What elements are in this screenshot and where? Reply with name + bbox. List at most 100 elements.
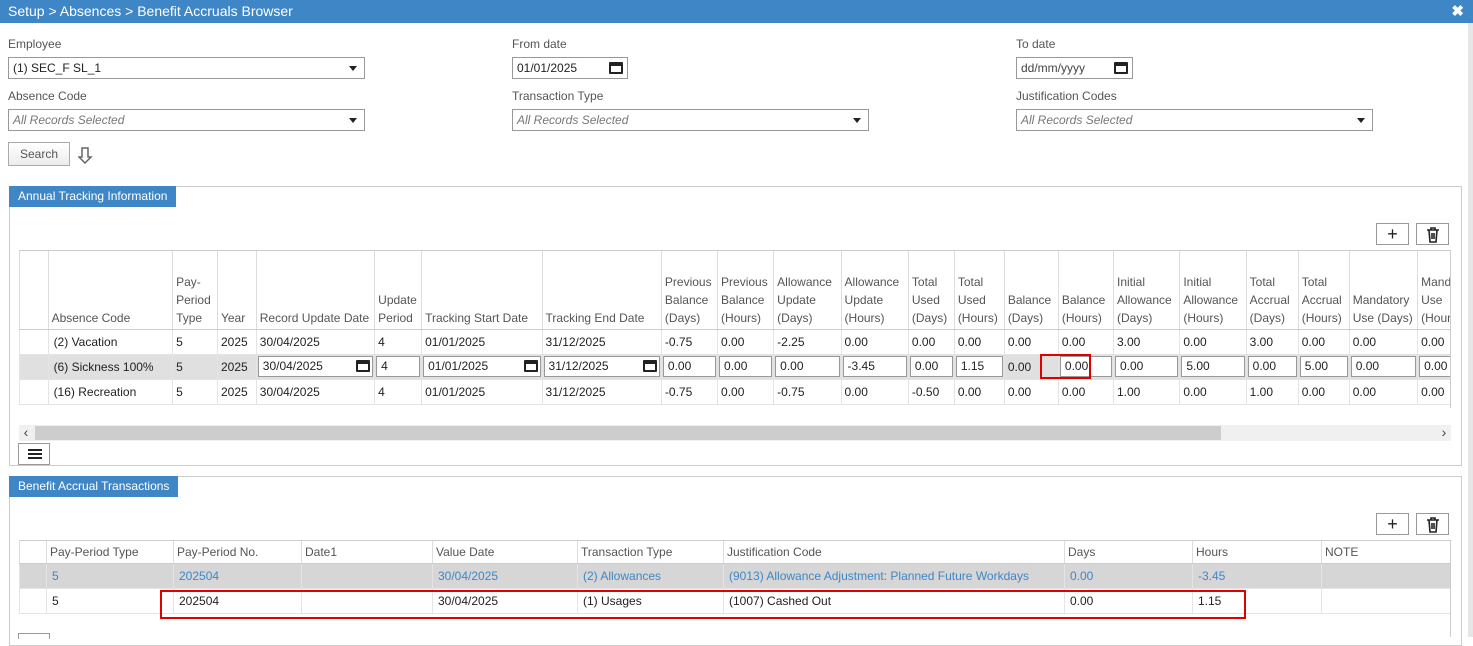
col-header[interactable]: Balance (Hours) — [1057, 251, 1114, 330]
col-header[interactable]: Value Date — [432, 541, 578, 564]
table-cell[interactable]: 5 — [172, 354, 218, 380]
delete-button[interactable] — [1416, 513, 1449, 535]
transaction-type-select[interactable]: All Records Selected — [512, 109, 869, 131]
table-cell[interactable]: 4 — [374, 379, 422, 405]
cell-input[interactable]: 0.00 — [1247, 356, 1297, 377]
table-cell[interactable] — [301, 588, 433, 614]
from-date-field[interactable]: 01/01/2025 — [512, 57, 628, 79]
table-cell[interactable]: 5 — [46, 588, 174, 614]
col-header[interactable]: Previous Balance (Days) — [660, 251, 718, 330]
table-row[interactable]: 5 202504 30/04/2025 (1) Usages (1007) Cashed… — [19, 588, 1450, 614]
cell-input[interactable]: 4 — [376, 356, 421, 377]
table-cell[interactable] — [1321, 563, 1450, 589]
table-cell[interactable]: 0.00 — [1057, 379, 1114, 405]
table-cell[interactable]: 0.00 — [840, 329, 909, 355]
justification-codes-select[interactable]: All Records Selected — [1016, 109, 1373, 131]
cell-input[interactable]: 01/01/2025 — [423, 356, 541, 377]
expand-arrow-icon[interactable] — [77, 146, 94, 165]
table-cell[interactable]: 0.00 — [1179, 379, 1247, 405]
add-button[interactable]: + — [1376, 513, 1409, 535]
col-header[interactable]: Balance (Days) — [1003, 251, 1059, 330]
calendar-icon[interactable] — [1114, 62, 1128, 74]
col-header[interactable]: Pay-Period No. — [173, 541, 302, 564]
cell-input[interactable]: 0.00 — [662, 356, 717, 377]
to-date-field[interactable]: dd/mm/yyyy — [1016, 57, 1133, 79]
cell-input[interactable]: 0.00 — [1059, 356, 1112, 377]
col-header[interactable]: Tracking End Date — [541, 251, 662, 330]
table-cell[interactable]: 5 — [172, 329, 218, 355]
table-cell[interactable]: 202504 — [173, 563, 302, 589]
col-header[interactable]: Previous Balance (Hours) — [717, 251, 774, 330]
col-header[interactable]: Allowance Update (Hours) — [840, 251, 909, 330]
table-cell[interactable]: -0.75 — [660, 379, 718, 405]
col-header[interactable]: Tracking Start Date — [421, 251, 543, 330]
col-header[interactable]: Update Period — [374, 251, 422, 330]
table-cell[interactable]: (16) Recreation — [47, 379, 173, 405]
table-cell[interactable]: (1007) Cashed Out — [723, 588, 1065, 614]
table-cell[interactable]: 0.00 — [1297, 329, 1350, 355]
scroll-left-icon[interactable]: ‹ — [19, 425, 33, 441]
table-row[interactable]: 5 202504 30/04/2025 (2) Allowances (9013) Al… — [19, 563, 1450, 589]
table-cell[interactable]: 0.00 — [1297, 379, 1350, 405]
table-cell[interactable] — [1321, 588, 1450, 614]
table-cell[interactable]: 30/04/2025 — [432, 563, 578, 589]
col-header[interactable]: Days — [1064, 541, 1193, 564]
table-row[interactable]: (16) Recreation 5 2025 30/04/2025 4 01/01/202… — [19, 379, 1450, 405]
employee-select[interactable]: (1) SEC_F SL_1 — [8, 57, 365, 79]
table-cell[interactable]: 0.00 — [1064, 588, 1193, 614]
table-cell[interactable]: 0.00 — [840, 379, 909, 405]
col-header[interactable]: Total Accrual (Hours) — [1297, 251, 1350, 330]
close-icon[interactable]: ✖ — [1451, 0, 1464, 23]
table-cell[interactable]: 1.15 — [1192, 588, 1322, 614]
search-button[interactable]: Search — [8, 142, 70, 166]
table-cell[interactable]: 3.00 — [1112, 329, 1180, 355]
col-header[interactable]: Initial Allowance (Hours) — [1179, 251, 1247, 330]
table-cell[interactable]: 1.00 — [1112, 379, 1180, 405]
table-cell[interactable]: -2.25 — [773, 329, 842, 355]
table-cell[interactable] — [19, 379, 49, 405]
col-header[interactable]: Absence Code — [47, 251, 173, 330]
tab-annual-tracking[interactable]: Annual Tracking Information — [9, 186, 177, 207]
table-cell[interactable] — [19, 329, 49, 355]
col-header[interactable]: Initial Allowance (Days) — [1112, 251, 1180, 330]
table-cell[interactable]: 202504 — [173, 588, 302, 614]
col-header[interactable]: Transaction Type — [577, 541, 724, 564]
table-cell[interactable]: 0.00 — [1003, 329, 1059, 355]
table-cell[interactable] — [301, 563, 433, 589]
absence-code-select[interactable]: All Records Selected — [8, 109, 365, 131]
cell-input[interactable]: 30/04/2025 — [257, 356, 374, 377]
cell-input[interactable]: 5.00 — [1181, 356, 1245, 377]
table-cell[interactable]: 31/12/2025 — [541, 329, 662, 355]
table-cell[interactable]: (6) Sickness 100% — [47, 354, 173, 380]
table-cell[interactable]: 0.00 — [1064, 563, 1193, 589]
table-cell[interactable]: 31/12/2025 — [541, 379, 662, 405]
table-cell[interactable]: 0.00 — [1417, 379, 1450, 405]
table-cell[interactable]: 0.00 — [1348, 379, 1418, 405]
table-cell[interactable]: 0.00 — [1348, 329, 1418, 355]
table-cell[interactable]: 0.00 — [953, 329, 1005, 355]
cell-input[interactable]: 0.00 — [775, 356, 840, 377]
table-cell[interactable]: -0.75 — [660, 329, 718, 355]
table-cell[interactable]: 0.00 — [1057, 329, 1114, 355]
col-header[interactable]: Date1 — [301, 541, 433, 564]
table-cell[interactable]: 01/01/2025 — [421, 329, 543, 355]
col-header[interactable]: Pay-Period Type — [172, 251, 218, 330]
cell-input[interactable]: 0.00 — [1115, 356, 1179, 377]
table-cell[interactable]: 2025 — [216, 354, 257, 380]
table-cell[interactable]: 0.00 — [953, 379, 1005, 405]
table-cell[interactable]: 2025 — [216, 379, 257, 405]
col-header[interactable]: Total Used (Days) — [907, 251, 955, 330]
delete-button[interactable] — [1416, 223, 1449, 245]
col-header[interactable]: Year — [216, 251, 257, 330]
table-cell[interactable] — [19, 354, 49, 380]
table-cell[interactable]: 0.00 — [1003, 379, 1059, 405]
table-cell[interactable]: 0.00 — [907, 329, 955, 355]
col-header[interactable]: Pay-Period Type — [46, 541, 174, 564]
col-header[interactable]: Mandatory Use (Days) — [1348, 251, 1418, 330]
cell-input[interactable]: 1.15 — [955, 356, 1003, 377]
cell-input[interactable]: 0.00 — [719, 356, 773, 377]
table-cell[interactable]: 01/01/2025 — [421, 379, 543, 405]
col-header[interactable]: Hours — [1192, 541, 1322, 564]
calendar-icon[interactable] — [523, 360, 538, 372]
scroll-right-icon[interactable]: › — [1437, 425, 1451, 441]
